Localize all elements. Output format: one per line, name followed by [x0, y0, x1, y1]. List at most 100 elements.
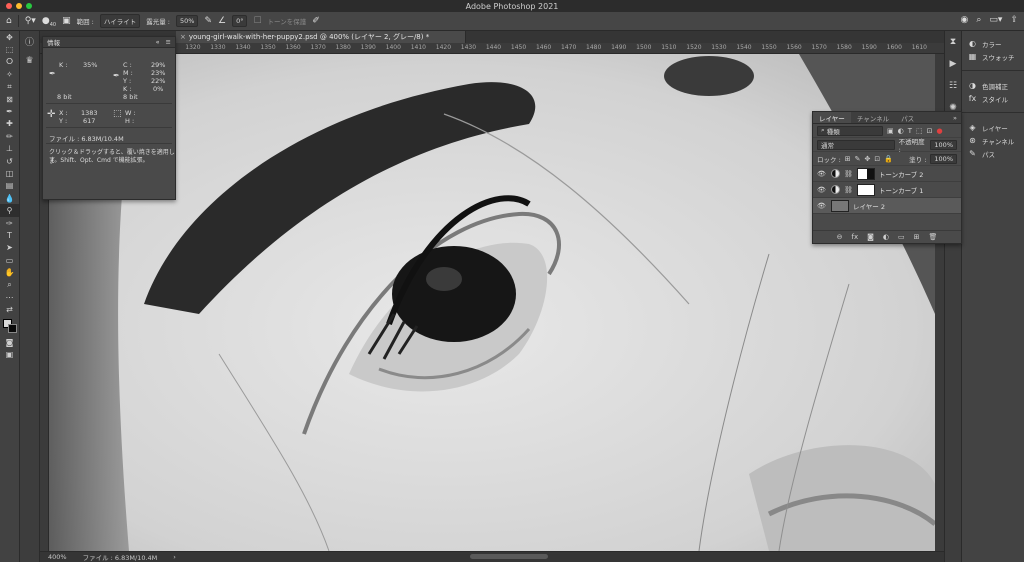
more-tools-icon[interactable]: ⋯	[0, 291, 19, 303]
clone-stamp-tool-icon[interactable]: ⊥	[0, 143, 19, 155]
document-tab[interactable]: × young-girl-walk-with-her-puppy2.psd @ …	[176, 31, 466, 43]
rectangle-tool-icon[interactable]: ▭	[0, 254, 19, 266]
brush-settings-icon[interactable]: ▣	[62, 16, 71, 26]
eye-icon[interactable]: 👁	[817, 202, 827, 210]
status-menu-chevron-icon[interactable]: ›	[173, 553, 176, 561]
healing-brush-tool-icon[interactable]: ✚	[0, 118, 19, 130]
panel-paths[interactable]: ✎ パス	[962, 147, 1024, 160]
lock-paint-icon[interactable]: ✎	[855, 155, 861, 163]
filter-pixel-icon[interactable]: ▣	[887, 127, 894, 135]
quick-select-tool-icon[interactable]: ✧	[0, 68, 19, 80]
color-swatches[interactable]	[2, 318, 17, 333]
history-brush-tool-icon[interactable]: ↺	[0, 155, 19, 167]
exposure-input[interactable]: 50%	[175, 15, 199, 27]
background-color[interactable]	[7, 323, 17, 333]
range-select[interactable]: ハイライト	[99, 14, 141, 28]
tab-layers[interactable]: レイヤー	[813, 112, 851, 123]
file-size-info[interactable]: ファイル : 6.83M/10.4M	[83, 552, 158, 562]
sampler-icon[interactable]: ✒	[113, 71, 120, 80]
layer-mask-thumbnail[interactable]	[856, 183, 875, 196]
screen-mode-icon[interactable]: ▣	[0, 348, 19, 360]
path-selection-tool-icon[interactable]: ➤	[0, 242, 19, 254]
lock-artboard-icon[interactable]: ⊡	[874, 155, 880, 163]
blend-mode-select[interactable]: 通常	[817, 139, 895, 150]
eye-icon[interactable]: 👁	[817, 170, 827, 178]
lock-position-icon[interactable]: ✥	[865, 155, 871, 163]
protect-tone-checkbox[interactable]: ☐	[253, 16, 261, 26]
zoom-tool-icon[interactable]: ⌕	[0, 279, 19, 291]
marquee-tool-icon[interactable]: ⬚	[0, 43, 19, 55]
actions-panel-icon[interactable]: ▶	[945, 53, 961, 75]
dodge-tool-preset-icon[interactable]: ⚲▾	[25, 16, 36, 26]
home-icon[interactable]: ⌂	[6, 16, 12, 26]
panel-color[interactable]: ◐ カラー	[962, 37, 1024, 50]
link-layers-icon[interactable]: ⊖	[837, 233, 843, 241]
dodge-tool-icon[interactable]: ⚲	[0, 204, 19, 217]
add-mask-icon[interactable]: ◙	[867, 233, 874, 241]
workspace-icon[interactable]: ▭▾	[989, 15, 1002, 25]
layer-row[interactable]: 👁 レイヤー 2	[813, 198, 961, 214]
swap-colors-icon[interactable]: ⇄	[0, 304, 19, 316]
quick-mask-icon[interactable]: ◙	[0, 336, 19, 348]
eyedropper-tool-icon[interactable]: ✒	[0, 105, 19, 117]
new-layer-icon[interactable]: ⊞	[914, 233, 920, 241]
layer-thumbnail[interactable]	[831, 199, 849, 212]
pressure-size-icon[interactable]: ✐	[312, 16, 320, 26]
collapse-panel-icon[interactable]: «	[156, 38, 160, 46]
brush-tool-icon[interactable]: ✏	[0, 130, 19, 142]
hand-tool-icon[interactable]: ✋	[0, 266, 19, 278]
filter-shape-icon[interactable]: ⬚	[916, 127, 923, 135]
filter-type-icon[interactable]: T	[908, 127, 912, 135]
layer-style-icon[interactable]: fx	[851, 233, 858, 241]
brush-preset-icon[interactable]: ●	[42, 16, 50, 26]
layer-filter-select[interactable]: ⌕ 種類	[817, 125, 883, 136]
eye-icon[interactable]: 👁	[817, 186, 827, 194]
lock-transparent-icon[interactable]: ⊞	[845, 155, 851, 163]
properties-panel-icon[interactable]: ☷	[945, 75, 961, 97]
new-adjustment-icon[interactable]: ◐	[883, 233, 889, 241]
blur-tool-icon[interactable]: 💧	[0, 192, 19, 204]
filter-adjustment-icon[interactable]: ◐	[898, 127, 904, 135]
horizontal-scrollbar[interactable]	[470, 554, 548, 559]
zoom-level[interactable]: 400%	[48, 553, 67, 561]
info-panel-icon[interactable]: ⓘ	[20, 31, 39, 51]
search-icon[interactable]: ⌕	[976, 15, 981, 25]
airbrush-icon[interactable]: ✎	[204, 16, 212, 26]
zoom-window-button[interactable]	[26, 3, 32, 9]
fill-input[interactable]: 100%	[930, 153, 957, 164]
panel-menu-icon[interactable]: ≡	[166, 38, 171, 46]
crop-tool-icon[interactable]: ⌗	[0, 81, 19, 93]
share-icon[interactable]: ⇪	[1010, 15, 1018, 25]
gradient-tool-icon[interactable]: ▤	[0, 180, 19, 192]
filter-toggle-icon[interactable]: ●	[937, 127, 943, 135]
panel-swatches[interactable]: ▦ スウォッチ	[962, 50, 1024, 63]
new-group-icon[interactable]: ▭	[898, 233, 905, 241]
collapse-panel-icon[interactable]: »	[953, 114, 957, 122]
history-panel-icon[interactable]: ⧗	[945, 31, 961, 53]
tool-presets-icon[interactable]: ♛	[20, 51, 39, 71]
user-icon[interactable]: ◉	[961, 15, 969, 25]
tab-paths[interactable]: パス	[895, 112, 920, 123]
pen-tool-icon[interactable]: ✑	[0, 217, 19, 229]
panel-adjustments[interactable]: ◑ 色調補正	[962, 79, 1024, 92]
panel-layers[interactable]: ◈ レイヤー	[962, 121, 1024, 134]
frame-tool-icon[interactable]: ⊠	[0, 93, 19, 105]
delete-layer-icon[interactable]: 🗑	[929, 233, 938, 241]
document-canvas[interactable]	[49, 54, 935, 551]
eyedropper-icon[interactable]: ✒	[49, 69, 56, 78]
angle-input[interactable]: 0°	[232, 15, 248, 27]
close-window-button[interactable]	[6, 3, 12, 9]
layer-mask-thumbnail[interactable]	[856, 167, 875, 180]
layer-row[interactable]: 👁 ⛓ トーンカーブ 1	[813, 182, 961, 198]
tab-channels[interactable]: チャンネル	[851, 112, 895, 123]
panel-channels[interactable]: ⊛ チャンネル	[962, 134, 1024, 147]
layer-row[interactable]: 👁 ⛓ トーンカーブ 2	[813, 166, 961, 182]
minimize-window-button[interactable]	[16, 3, 22, 9]
opacity-input[interactable]: 100%	[930, 139, 957, 150]
type-tool-icon[interactable]: T	[0, 229, 19, 241]
lasso-tool-icon[interactable]: ⵔ	[0, 56, 19, 68]
close-tab-icon[interactable]: ×	[180, 33, 186, 41]
lock-all-icon[interactable]: 🔒	[884, 155, 893, 163]
panel-styles[interactable]: fx スタイル	[962, 92, 1024, 105]
info-panel-header[interactable]: 情報 « ≡	[43, 37, 175, 48]
